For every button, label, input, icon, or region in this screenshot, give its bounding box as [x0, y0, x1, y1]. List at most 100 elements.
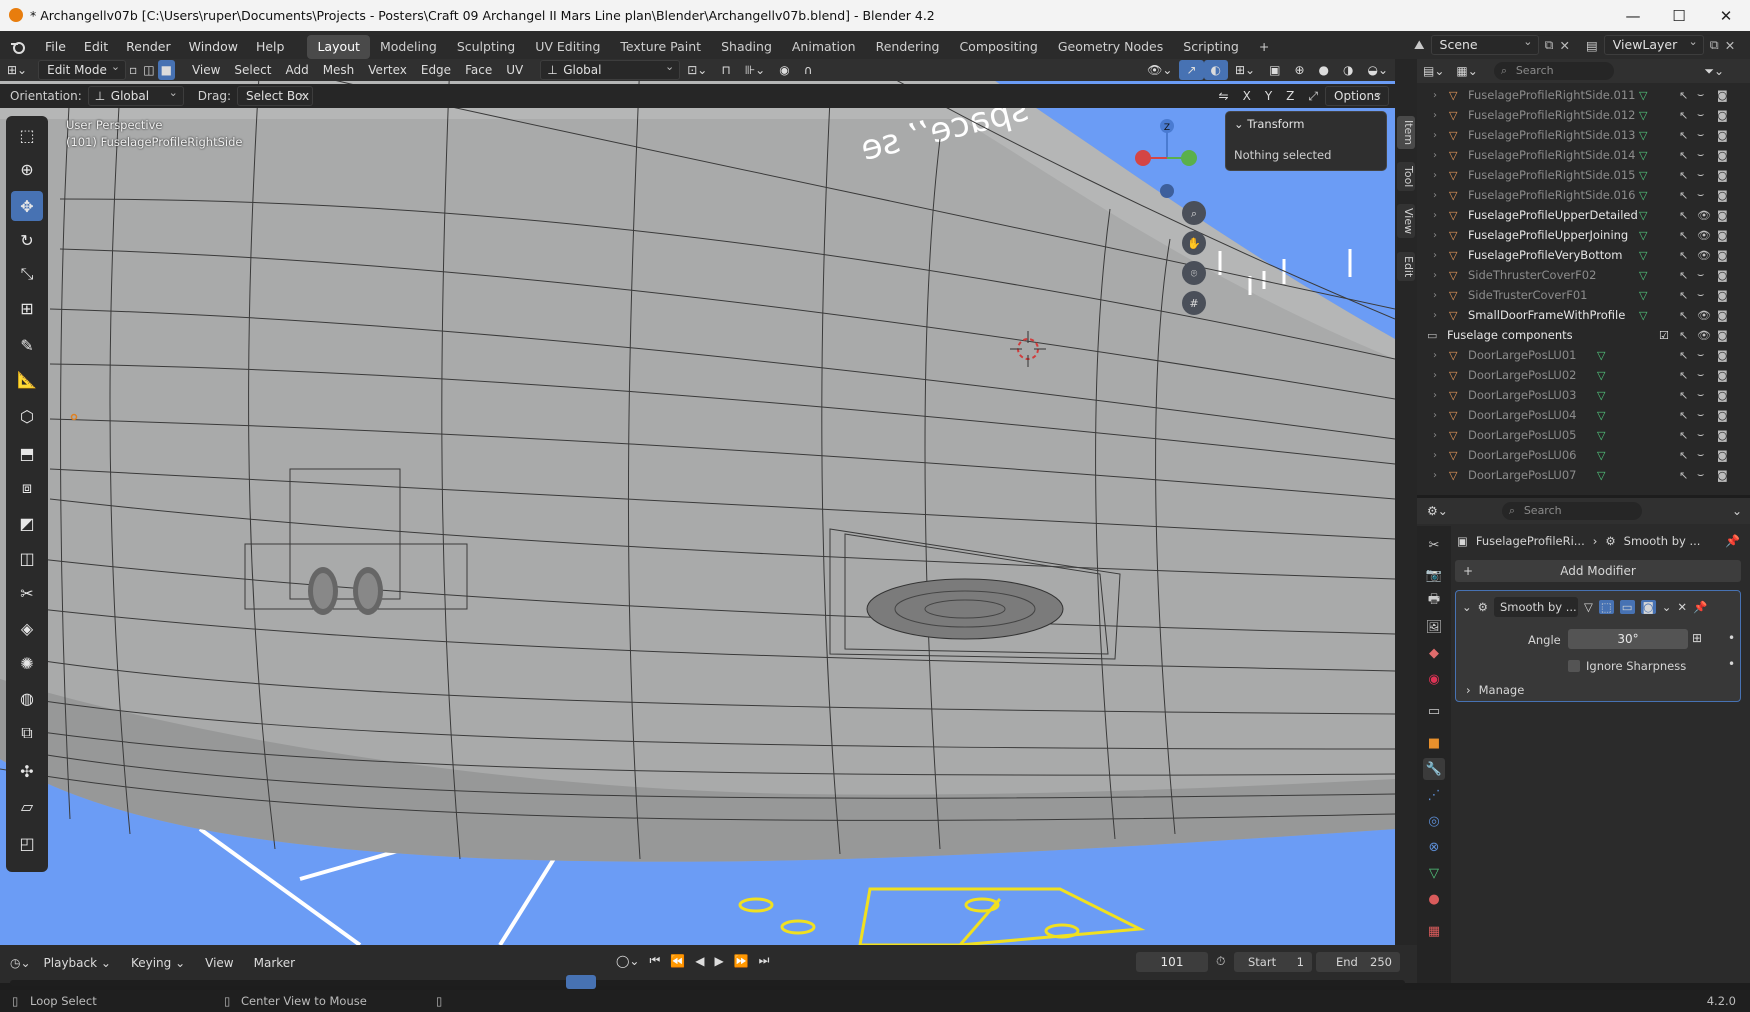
pin-icon[interactable]: 📌	[1725, 534, 1740, 548]
shear-tool-icon[interactable]: ▱	[11, 791, 43, 821]
hidden-eye-icon[interactable]: ⌣	[1697, 168, 1704, 182]
hidden-eye-icon[interactable]: ⌣	[1697, 148, 1704, 162]
hidden-eye-icon[interactable]: ⌣	[1697, 88, 1704, 102]
hidden-eye-icon[interactable]: ⌣	[1697, 388, 1704, 402]
snap-target-icon[interactable]: ⊪⌄	[738, 60, 773, 80]
editor-type-icon[interactable]: ⊞⌄	[0, 60, 34, 80]
play-icon[interactable]: ▶	[714, 954, 723, 968]
outliner-object-row[interactable]: › ▽ SideTrusterCoverF01 ▽ ↖ ⌣ ◙	[1417, 285, 1750, 305]
visibility-eye-icon[interactable]: 👁	[1697, 249, 1711, 262]
render-camera-icon[interactable]: ◙	[1717, 149, 1728, 162]
snap-icon[interactable]: ⊓	[714, 60, 737, 80]
transform-orientation-selector[interactable]: ⊥ Global	[540, 58, 681, 80]
visibility-eye-icon[interactable]: 👁	[1697, 329, 1711, 342]
tab-animation[interactable]: Animation	[782, 35, 866, 59]
render-camera-icon[interactable]: ◙	[1717, 289, 1728, 302]
tab-scripting[interactable]: Scripting	[1173, 35, 1249, 59]
tab-uv-editing[interactable]: UV Editing	[525, 35, 610, 59]
proportional-edit-icon[interactable]: ◉	[772, 60, 796, 80]
add-workspace-button[interactable]: +	[1249, 35, 1279, 59]
minimize-icon[interactable]: —	[1610, 0, 1656, 31]
physics-properties-icon[interactable]: ◎	[1423, 810, 1445, 832]
collection-properties-icon[interactable]: ▭	[1423, 700, 1445, 722]
visibility-eye-icon[interactable]: 👁	[1697, 309, 1711, 322]
expand-arrow-icon[interactable]: ›	[1433, 290, 1437, 301]
auto-keying-icon[interactable]: ◯⌄	[616, 954, 639, 968]
outliner-object-row[interactable]: › ▽ SmallDoorFrameWithProfile ▽ ↖ 👁 ◙	[1417, 305, 1750, 325]
menu-edit[interactable]: Edit	[75, 35, 117, 59]
spin-tool-icon[interactable]: ✺	[11, 648, 43, 678]
menu-view[interactable]: View	[185, 60, 227, 80]
menu-select[interactable]: Select	[227, 60, 278, 80]
outliner-editor-icon[interactable]: ▤⌄	[1423, 64, 1444, 78]
render-camera-icon[interactable]: ◙	[1717, 109, 1728, 122]
expand-arrow-icon[interactable]: ›	[1433, 310, 1437, 321]
tool-properties-icon[interactable]: ✂	[1423, 534, 1445, 556]
outliner-object-row[interactable]: › ▽ FuselageProfileVeryBottom ▽ ↖ 👁 ◙	[1417, 245, 1750, 265]
menu-edge[interactable]: Edge	[414, 60, 458, 80]
tab-sculpting[interactable]: Sculpting	[447, 35, 525, 59]
auto-merge-icon[interactable]: ⤢	[1301, 86, 1325, 106]
outliner-object-row[interactable]: › ▽ SideThrusterCoverF02 ▽ ↖ ⌣ ◙	[1417, 265, 1750, 285]
menu-window[interactable]: Window	[180, 35, 247, 59]
modifier-dropdown-icon[interactable]: ⌄	[1662, 600, 1672, 614]
start-frame-field[interactable]: Start 1	[1234, 952, 1312, 972]
hidden-eye-icon[interactable]: ⌣	[1697, 448, 1704, 462]
expand-arrow-icon[interactable]: ›	[1433, 350, 1437, 361]
texture-properties-icon[interactable]: ▦	[1423, 920, 1445, 942]
manage-subpanel[interactable]: › Manage	[1466, 683, 1524, 697]
visibility-icon[interactable]: 👁⌄	[1140, 60, 1179, 80]
collapse-chevron-icon[interactable]: ⌄	[1234, 117, 1244, 131]
outliner-object-row[interactable]: › ▽ DoorLargePosLU03 ▽ ↖ ⌣ ◙	[1417, 385, 1750, 405]
outliner-search-input[interactable]: ⌕ Search	[1493, 62, 1614, 80]
tab-modeling[interactable]: Modeling	[370, 35, 447, 59]
viewlayer-selector[interactable]: ViewLayer	[1603, 33, 1704, 55]
shrink-fatten-tool-icon[interactable]: ✣	[11, 756, 43, 786]
tab-texture-paint[interactable]: Texture Paint	[610, 35, 711, 59]
options-dropdown[interactable]: Options	[1325, 84, 1389, 106]
extrude-tool-icon[interactable]: ⬒	[11, 438, 43, 468]
modifier-delete-icon[interactable]: ✕	[1677, 600, 1687, 614]
select-mode-edge-icon[interactable]: ◫	[140, 60, 157, 80]
jump-keyframe-back-icon[interactable]: ⏪	[670, 954, 685, 968]
xray-toggle-icon[interactable]: ▣	[1262, 60, 1287, 80]
hidden-eye-icon[interactable]: ⌣	[1697, 188, 1704, 202]
ignore-sharpness-checkbox[interactable]	[1568, 660, 1580, 672]
expand-arrow-icon[interactable]: ›	[1433, 470, 1437, 481]
3d-viewport[interactable]: spaceʼʼ se Z ⌕ ✋ ⌾ # User Perspective (1…	[0, 59, 1395, 945]
selectable-icon[interactable]: ↖	[1679, 129, 1688, 142]
outliner-object-row[interactable]: › ▽ FuselageProfileRightSide.015 ▽ ↖ ⌣ ◙	[1417, 165, 1750, 185]
angle-field[interactable]: 30°	[1568, 629, 1688, 649]
hidden-eye-icon[interactable]: ⌣	[1697, 108, 1704, 122]
outliner-object-row[interactable]: › ▽ FuselageProfileUpperDetailed ▽ ↖ 👁 ◙	[1417, 205, 1750, 225]
outliner-object-row[interactable]: › ▽ DoorLargePosLU06 ▽ ↖ ⌣ ◙	[1417, 445, 1750, 465]
collection-checkbox-icon[interactable]: ☑	[1659, 329, 1669, 342]
outliner-object-row[interactable]: › ▽ FuselageProfileRightSide.011 ▽ ↖ ⌣ ◙	[1417, 85, 1750, 105]
current-frame-field[interactable]: 101	[1136, 952, 1208, 972]
render-camera-icon[interactable]: ◙	[1717, 369, 1728, 382]
expand-arrow-icon[interactable]: ›	[1433, 450, 1437, 461]
render-camera-icon[interactable]: ◙	[1717, 89, 1728, 102]
outliner-object-row[interactable]: › ▽ DoorLargePosLU01 ▽ ↖ ⌣ ◙	[1417, 345, 1750, 365]
properties-search-input[interactable]: ⌕ Search	[1501, 502, 1642, 520]
selectable-icon[interactable]: ↖	[1679, 169, 1688, 182]
outliner-object-row[interactable]: › ▽ FuselageProfileRightSide.013 ▽ ↖ ⌣ ◙	[1417, 125, 1750, 145]
play-reverse-icon[interactable]: ◀	[695, 954, 704, 968]
annotate-tool-icon[interactable]: ✎	[11, 330, 43, 360]
add-cube-tool-icon[interactable]: ⬡	[11, 401, 43, 431]
tab-view[interactable]: View	[1397, 204, 1415, 239]
orientation-dropdown[interactable]: ⊥ Global	[87, 84, 184, 106]
selectable-icon[interactable]: ↖	[1679, 349, 1688, 362]
selectable-icon[interactable]: ↖	[1679, 189, 1688, 202]
viewport-toggle-icon[interactable]: ▭	[1619, 600, 1635, 614]
jump-end-icon[interactable]: ⏭	[759, 953, 770, 968]
smooth-tool-icon[interactable]: ◍	[11, 683, 43, 713]
scene-properties-icon[interactable]: ◆	[1423, 642, 1445, 664]
scene-selector[interactable]: Scene	[1430, 33, 1539, 55]
menu-uv[interactable]: UV	[499, 60, 530, 80]
rotate-tool-icon[interactable]: ↻	[11, 225, 43, 255]
selectable-icon[interactable]: ↖	[1679, 89, 1688, 102]
render-camera-icon[interactable]: ◙	[1717, 249, 1728, 262]
outliner-object-row[interactable]: › ▽ FuselageProfileRightSide.012 ▽ ↖ ⌣ ◙	[1417, 105, 1750, 125]
render-camera-icon[interactable]: ◙	[1717, 429, 1728, 442]
